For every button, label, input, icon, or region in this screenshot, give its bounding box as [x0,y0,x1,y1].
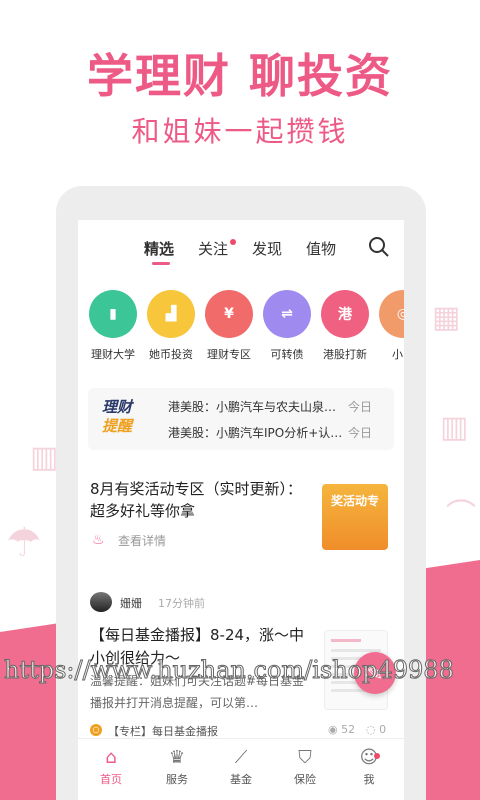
bond-icon: ⇌ [263,290,311,338]
comments-value: 0 [379,723,387,736]
category-small-goal[interactable]: ◎ 小目 [373,290,404,362]
reminder-date: 今日 [348,400,373,414]
crown-icon: ♛ [168,747,186,768]
decor-clip-icon: ⌒ [446,498,476,533]
category-label: 理财大学 [91,348,135,361]
activity-thumbnail[interactable]: 奖活动专 [322,484,388,550]
nav-services[interactable]: ♛ 服务 [152,747,202,787]
nav-label: 首页 [100,773,122,786]
post-time: 17分钟前 [158,597,205,610]
watermark: https://www.huzhan.com/ishop49988 [4,656,455,685]
app-screen: 精选 关注 发现 值物 ▮ 理财大学 ▟ 她币投资 ¥ 理财专区 ⇌ 可转债 港… [78,220,404,800]
tab-goods[interactable]: 值物 [306,238,336,259]
category-her-coin[interactable]: ▟ 她币投资 [141,290,201,362]
home-icon: ⌂ [105,747,117,768]
category-label: 她币投资 [149,348,193,361]
shield-icon: ⛉ [298,747,312,768]
nav-label: 我 [363,773,375,786]
tab-discover[interactable]: 发现 [252,238,282,259]
hk-icon: 港 [321,290,369,338]
tab-following[interactable]: 关注 [198,238,228,259]
nav-label: 基金 [230,773,252,786]
views-count: ◉ 52 [328,723,356,736]
column-icon: ○ [90,724,102,736]
author-name[interactable]: 姗姗 [120,595,142,611]
decor-shop-icon: ▦ [432,300,461,335]
nav-insurance[interactable]: ⛉ 保险 [280,747,330,787]
decor-chart-icon: ▥ [440,410,469,445]
reminder-item[interactable]: 港美股：小鹏汽车与农夫山泉… [168,398,336,415]
activity-article-title[interactable]: 8月有奖活动专区（实时更新）：超多好礼等你拿 [90,478,310,522]
hero-headline: 学理财 聊投资 [86,49,393,103]
view-details-link[interactable]: 查看详情 [118,532,166,549]
user-icon: ☺ [359,747,379,768]
bottom-nav: ⌂ 首页 ♛ 服务 ⟋ 基金 ⛉ 保险 ☺ 我 [78,738,404,800]
category-label: 小目 [392,348,404,361]
reminder-logo-line2: 提醒 [102,417,133,435]
column-label[interactable]: 【专栏】每日基金播报 [108,723,218,739]
category-label: 可转债 [270,348,304,361]
nav-funds[interactable]: ⟋ 基金 [216,747,266,787]
chart-line-icon: ⟋ [234,747,248,768]
category-label: 理财专区 [207,348,251,361]
target-icon: ◎ [379,290,404,338]
category-label: 港股打新 [323,348,367,361]
nav-label: 保险 [294,773,316,786]
nav-home[interactable]: ⌂ 首页 [86,747,136,787]
reminder-date: 今日 [348,426,373,440]
top-tabs: 精选 关注 发现 值物 [78,238,404,265]
reminder-logo: 理财 提醒 [102,398,132,436]
tab-featured[interactable]: 精选 [144,238,174,259]
me-badge-dot [374,753,380,759]
views-value: 52 [341,723,356,736]
chart-icon: ▟ [147,290,195,338]
finance-reminder-card[interactable]: 理财 提醒 港美股：小鹏汽车与农夫山泉… 今日 港美股：小鹏汽车IPO分析+认…… [88,388,394,450]
active-tab-indicator [152,262,170,265]
nav-label: 服务 [166,773,188,786]
comments-count[interactable]: ◌ 0 [366,723,386,736]
category-row: ▮ 理财大学 ▟ 她币投资 ¥ 理财专区 ⇌ 可转债 港 港股打新 ◎ 小目 [78,290,404,370]
avatar[interactable] [90,592,112,612]
category-convertible-bond[interactable]: ⇌ 可转债 [257,290,317,362]
fire-icon: ♨ [92,532,105,548]
following-badge-dot [230,239,236,245]
search-icon[interactable] [368,236,390,258]
nav-me[interactable]: ☺ 我 [344,747,394,787]
activity-thumbnail-text: 奖活动专 [330,494,379,508]
category-finance-zone[interactable]: ¥ 理财专区 [199,290,259,362]
category-finance-university[interactable]: ▮ 理财大学 [83,290,143,362]
decor-umbrella-icon: ☂ [6,520,42,566]
reminder-logo-line1: 理财 [102,398,133,416]
category-hk-ipo[interactable]: 港 港股打新 [315,290,375,362]
hero-subline: 和姐妹一起攒钱 [131,115,349,148]
yen-icon: ¥ [205,290,253,338]
book-icon: ▮ [89,290,137,338]
decor-chart-icon: ▥ [30,440,59,475]
reminder-item[interactable]: 港美股：小鹏汽车IPO分析+认… [168,424,342,441]
